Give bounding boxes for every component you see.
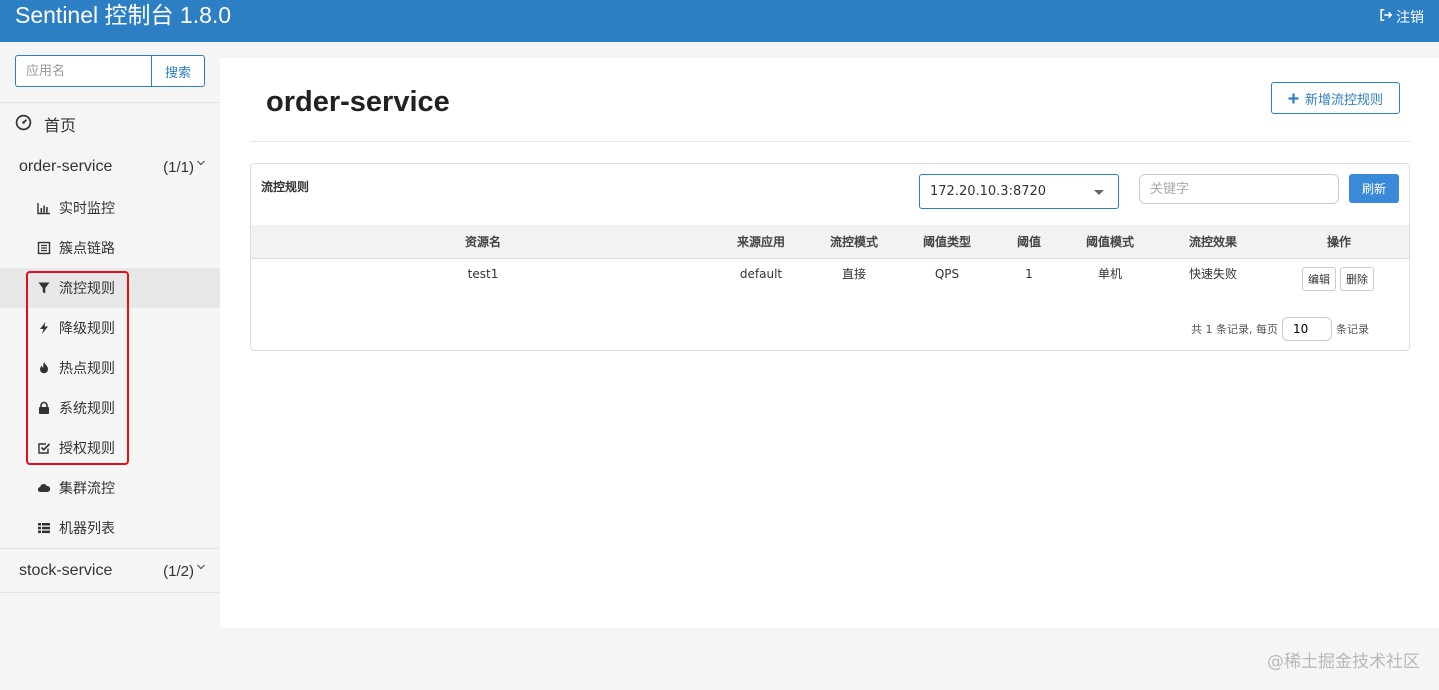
panel-title: 流控规则 — [261, 180, 310, 194]
sidebar-item-label: 集群流控 — [59, 481, 115, 497]
cell-resource: test1 — [467, 267, 499, 281]
top-navbar: Sentinel 控制台 1.8.0 注销 — [0, 0, 1439, 42]
column-header-resource[interactable]: 资源名 — [465, 225, 501, 259]
edit-button[interactable]: 编辑 — [1302, 267, 1336, 291]
delete-button[interactable]: 删除 — [1340, 267, 1374, 291]
logout-label: 注销 — [1396, 10, 1424, 26]
sidebar-item-machine-list[interactable]: 机器列表 — [0, 508, 220, 548]
fire-icon — [37, 361, 51, 375]
sidebar-item-flow-rules[interactable]: 流控规则 — [0, 268, 220, 308]
column-header-strategy[interactable]: 流控模式 — [830, 225, 878, 259]
cell-grade: QPS — [934, 267, 960, 281]
cell-cluster-mode: 单机 — [1097, 267, 1123, 281]
watermark: @稀土掘金技术社区 — [1267, 652, 1420, 672]
sidebar-app-order-service[interactable]: order-service (1/1) — [0, 145, 220, 189]
flash-icon — [37, 321, 51, 335]
cell-strategy: 直接 — [841, 267, 867, 281]
chevron-down-icon — [197, 160, 205, 166]
column-header-actions: 操作 — [1326, 235, 1352, 249]
column-header-limit-app[interactable]: 来源应用 — [737, 225, 785, 259]
logout-link[interactable]: 注销 — [1379, 7, 1424, 27]
sidebar-item-cluster-flow[interactable]: 集群流控 — [0, 468, 220, 508]
th-list-icon — [37, 521, 51, 535]
sidebar-item-label: 首页 — [44, 116, 77, 135]
column-header-grade[interactable]: 阈值类型 — [923, 225, 971, 259]
main-content: order-service 新增流控规则 流控规则 172.20.10.3:87… — [220, 58, 1439, 628]
column-header-cluster-mode[interactable]: 阈值模式 — [1086, 225, 1134, 259]
sidebar-item-label: 流控规则 — [59, 281, 115, 297]
sidebar: 搜索 首页 order-service (1/1) 实时监控 簇点链路 流控规则… — [0, 42, 220, 628]
app-search-button[interactable]: 搜索 — [151, 55, 205, 87]
bar-chart-icon — [37, 201, 51, 215]
sidebar-item-realtime-monitor[interactable]: 实时监控 — [0, 188, 220, 228]
column-header-behavior[interactable]: 流控效果 — [1189, 225, 1237, 259]
column-header-count[interactable]: 阈值 — [1017, 225, 1041, 259]
pagination-suffix-text: 条记录 — [1336, 323, 1369, 336]
lock-icon — [37, 401, 51, 415]
list-alt-icon — [37, 241, 51, 255]
sidebar-item-label: 热点规则 — [59, 361, 115, 377]
app-title: Sentinel 控制台 1.8.0 — [15, 2, 232, 28]
machine-select[interactable]: 172.20.10.3:8720 — [919, 174, 1119, 209]
app-search-input[interactable] — [15, 55, 151, 87]
add-flow-rule-label: 新增流控规则 — [1304, 92, 1383, 108]
pagination-total-text: 共 1 条记录, 每页 — [1191, 323, 1278, 336]
sidebar-item-system-rules[interactable]: 系统规则 — [0, 388, 220, 428]
cell-behavior: 快速失败 — [1188, 267, 1238, 281]
cell-count: 1 — [1025, 267, 1033, 281]
app-name: order-service — [19, 158, 113, 175]
dashboard-icon — [15, 114, 44, 135]
cloud-icon — [37, 481, 51, 495]
app-search: 搜索 — [15, 55, 205, 87]
sidebar-app-stock-service[interactable]: stock-service (1/2) — [0, 549, 220, 593]
sidebar-item-cluster-point-link[interactable]: 簇点链路 — [0, 228, 220, 268]
app-machine-count: (1/1) — [163, 158, 194, 176]
cell-limit-app: default — [739, 267, 783, 281]
check-icon — [37, 441, 51, 455]
sidebar-divider — [0, 592, 220, 593]
table-header: 资源名 来源应用 流控模式 阈值类型 阈值 阈值模式 流控效果 操作 — [251, 225, 1409, 259]
sidebar-item-label: 簇点链路 — [59, 241, 115, 257]
sidebar-item-degrade-rules[interactable]: 降级规则 — [0, 308, 220, 348]
flow-rules-panel: 流控规则 172.20.10.3:8720 刷新 资源名 来源应用 流控模式 阈… — [250, 163, 1410, 351]
app-name: stock-service — [19, 562, 113, 579]
sidebar-item-home[interactable]: 首页 — [0, 104, 220, 144]
machine-select-value: 172.20.10.3:8720 — [930, 184, 1047, 199]
sidebar-item-label: 授权规则 — [59, 441, 115, 457]
chevron-down-icon — [197, 564, 205, 570]
sidebar-item-label: 实时监控 — [59, 201, 115, 217]
sidebar-item-hotspot-rules[interactable]: 热点规则 — [0, 348, 220, 388]
sidebar-item-label: 降级规则 — [59, 321, 115, 337]
page-title: order-service — [266, 86, 450, 118]
sidebar-item-label: 机器列表 — [59, 521, 115, 537]
page-size-input[interactable] — [1282, 317, 1332, 341]
table-row: test1 default 直接 QPS 1 单机 快速失败 编辑 删除 — [251, 259, 1409, 295]
sidebar-divider — [0, 102, 220, 103]
caret-down-icon — [1094, 190, 1104, 195]
title-divider — [250, 141, 1410, 142]
refresh-button[interactable]: 刷新 — [1349, 174, 1399, 203]
filter-icon — [37, 281, 51, 295]
app-machine-count: (1/2) — [163, 562, 194, 580]
sidebar-item-label: 系统规则 — [59, 401, 115, 417]
sidebar-item-authority-rules[interactable]: 授权规则 — [0, 428, 220, 468]
add-flow-rule-button[interactable]: 新增流控规则 — [1271, 82, 1400, 114]
pagination: 共 1 条记录, 每页 条记录 — [1191, 317, 1369, 341]
keyword-search-input[interactable] — [1139, 174, 1339, 204]
logout-icon — [1379, 8, 1393, 26]
plus-icon — [1288, 93, 1299, 103]
row-actions: 编辑 删除 — [1302, 267, 1374, 291]
